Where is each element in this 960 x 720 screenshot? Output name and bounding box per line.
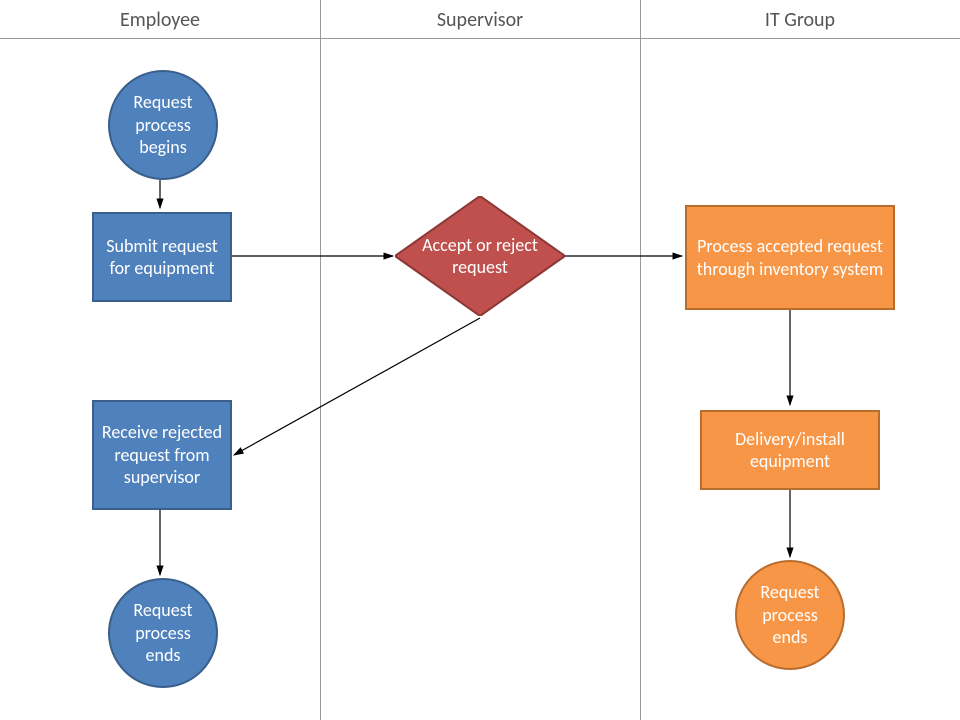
receive-rejected-node: Receive rejected request from supervisor [92,400,232,510]
decision-node: Accept or reject request [395,196,565,316]
submit-request-node: Submit request for equipment [92,212,232,302]
lane-divider-2 [640,0,641,720]
decision-node-label: Accept or reject request [395,196,565,316]
lane-header-supervisor: Supervisor [320,8,640,32]
delivery-node: Delivery/install equipment [700,410,880,490]
start-node: Request process begins [108,70,218,180]
lane-header-itgroup: IT Group [640,8,960,32]
end-employee-node: Request process ends [108,578,218,688]
lane-divider-1 [320,0,321,720]
lane-header-divider [0,38,960,39]
end-it-node: Request process ends [735,560,845,670]
process-accepted-node: Process accepted request through invento… [685,205,895,310]
lane-header-employee: Employee [0,8,320,32]
